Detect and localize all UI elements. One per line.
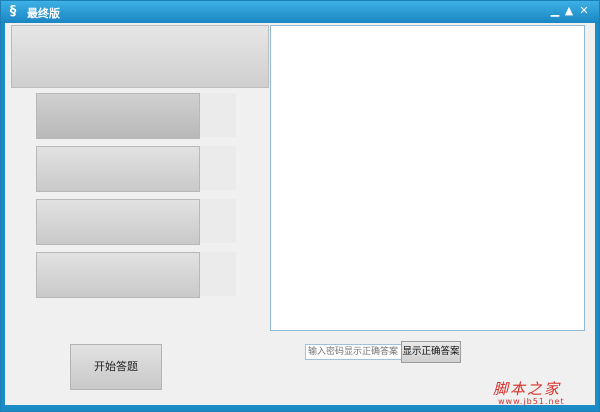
client-area: 开始答题 显示正确答案 脚本之家 www.jb51.net	[5, 23, 595, 406]
question-display	[11, 25, 269, 88]
output-textarea[interactable]	[270, 25, 585, 331]
show-answer-button[interactable]: 显示正确答案	[401, 341, 461, 363]
option-1-shade	[200, 93, 236, 137]
start-quiz-button[interactable]: 开始答题	[70, 344, 162, 390]
option-4-shade	[200, 252, 236, 296]
answer-option-3[interactable]	[36, 199, 200, 245]
watermark-logo: 脚本之家	[493, 380, 562, 398]
window-title: 最终版	[27, 7, 60, 20]
app-logo-icon: §	[9, 4, 17, 19]
app-window: § 最终版 ▁ ▲ ✕ 开始答题 显示正确答案 脚本之家 www.jb51.ne…	[0, 0, 600, 412]
close-icon[interactable]: ✕	[578, 4, 590, 18]
option-3-shade	[200, 199, 236, 243]
answer-option-4[interactable]	[36, 252, 200, 298]
minimize-icon[interactable]: ▁	[549, 4, 561, 18]
option-2-shade	[200, 146, 236, 190]
watermark-url: www.jb51.net	[498, 397, 565, 406]
answer-option-1[interactable]	[36, 93, 200, 139]
title-bar[interactable]: § 最终版 ▁ ▲ ✕	[1, 1, 599, 23]
maximize-icon[interactable]: ▲	[563, 4, 575, 18]
password-input[interactable]	[305, 344, 407, 360]
answer-option-2[interactable]	[36, 146, 200, 192]
